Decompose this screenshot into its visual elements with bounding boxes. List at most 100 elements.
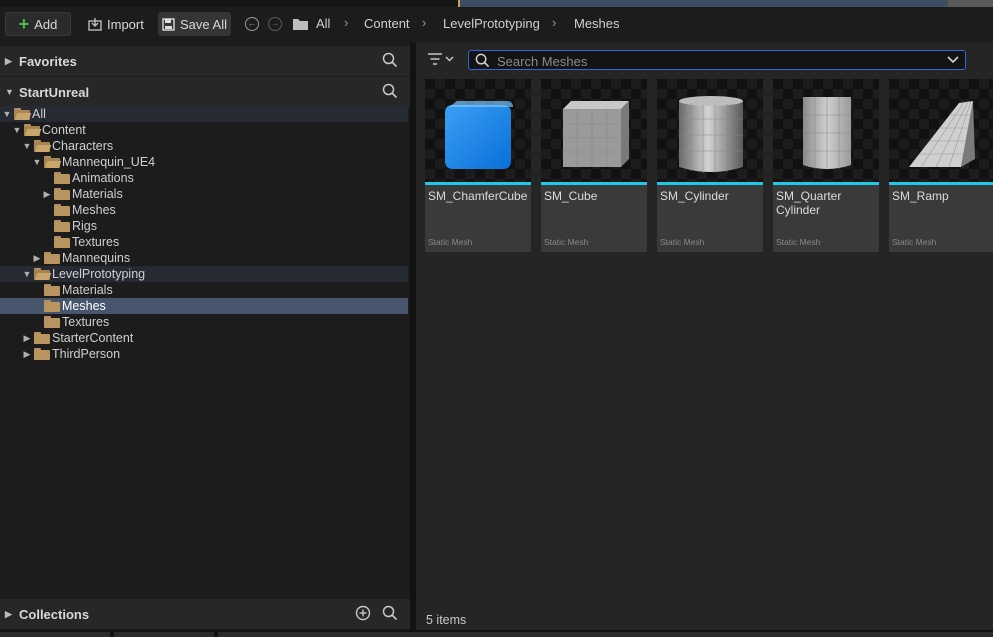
- chevron-down-icon[interactable]: [947, 56, 959, 64]
- tree-item[interactable]: ▶ Mannequins: [0, 250, 408, 266]
- tree-item[interactable]: Animations: [0, 170, 408, 186]
- asset-thumbnail: [889, 79, 993, 182]
- bottom-tab[interactable]: [114, 632, 214, 637]
- collapse-arrow-icon[interactable]: ▼: [5, 87, 14, 97]
- breadcrumb-item[interactable]: Content: [364, 16, 410, 31]
- folder-browse-icon[interactable]: [292, 17, 309, 31]
- folder-icon: [54, 220, 70, 232]
- asset-type-color-bar: [425, 182, 531, 185]
- tree-item-label: Textures: [72, 235, 120, 249]
- expand-arrow-icon[interactable]: ▶: [5, 56, 12, 67]
- folder-open-icon: [44, 156, 62, 168]
- expand-arrow-icon[interactable]: ▶: [32, 253, 42, 264]
- tree-item[interactable]: ▶ ThirdPerson: [0, 346, 408, 362]
- asset-name: SM_Cylinder: [660, 189, 729, 203]
- active-tab-strip: [460, 0, 948, 7]
- collections-section-header[interactable]: ▶ Collections: [0, 599, 410, 629]
- add-button[interactable]: + Add: [5, 12, 71, 36]
- folder-open-icon: [24, 124, 42, 136]
- tree-item-label: Mannequin_UE4: [62, 155, 156, 169]
- favorites-section-header[interactable]: ▶ Favorites: [0, 46, 410, 76]
- top-tab-strip: [0, 0, 993, 7]
- asset-tile[interactable]: SM_ChamferCube Static Mesh: [425, 79, 531, 252]
- tree-item[interactable]: ▼ All: [0, 106, 408, 122]
- tree-item[interactable]: Materials: [0, 282, 408, 298]
- save-all-button-label: Save All: [180, 16, 227, 32]
- add-button-label: Add: [34, 16, 58, 32]
- collapse-arrow-icon[interactable]: ▼: [32, 157, 42, 167]
- bottom-tab[interactable]: [0, 632, 110, 637]
- tree-item[interactable]: ▼ Mannequin_UE4: [0, 154, 408, 170]
- tab-strip-right: [948, 0, 993, 7]
- tree-item-label: ThirdPerson: [52, 347, 121, 361]
- sources-panel: ▶ Favorites ▼ StartUnreal ▼ All ▼ Content ▼ C…: [0, 42, 410, 630]
- import-button-label: Import: [107, 16, 144, 32]
- folder-open-icon: [34, 140, 52, 152]
- bottom-tab[interactable]: [218, 632, 993, 637]
- search-icon: [475, 53, 490, 68]
- folder-open-icon: [34, 268, 52, 280]
- tree-item[interactable]: ▼ Content: [0, 122, 408, 138]
- bottom-tab-strip: [0, 630, 993, 637]
- search-icon[interactable]: [382, 52, 398, 68]
- tree-item-label: Materials: [72, 187, 123, 201]
- tree-item-label: Materials: [62, 283, 113, 297]
- breadcrumb-item[interactable]: Meshes: [574, 16, 620, 31]
- search-icon[interactable]: [382, 83, 398, 99]
- expand-arrow-icon[interactable]: ▶: [22, 349, 32, 360]
- breadcrumb-chevron-icon[interactable]: ›: [552, 15, 556, 30]
- tree-item[interactable]: ▶ StarterContent: [0, 330, 408, 346]
- asset-tile[interactable]: SM_Ramp Static Mesh: [889, 79, 993, 252]
- asset-tile[interactable]: SM_Cube Static Mesh: [541, 79, 647, 252]
- tree-item[interactable]: Textures: [0, 314, 408, 330]
- filter-button[interactable]: [427, 52, 455, 69]
- asset-type: Static Mesh: [544, 237, 589, 247]
- breadcrumb-chevron-icon[interactable]: ›: [422, 15, 426, 30]
- tree-item[interactable]: Meshes: [0, 298, 408, 314]
- import-button[interactable]: Import: [85, 12, 147, 36]
- asset-thumbnail: [541, 79, 647, 182]
- breadcrumb-chevron-icon[interactable]: ›: [344, 15, 348, 30]
- add-collection-icon[interactable]: [355, 605, 371, 621]
- asset-type: Static Mesh: [428, 237, 473, 247]
- back-arrow-icon[interactable]: ←: [245, 17, 259, 31]
- breadcrumb-item[interactable]: All: [316, 16, 330, 31]
- save-all-button[interactable]: Save All: [158, 12, 231, 36]
- tree-item-label: Content: [42, 123, 86, 137]
- breadcrumb-item[interactable]: LevelPrototyping: [443, 16, 540, 31]
- tree-item-label: Textures: [62, 315, 110, 329]
- tree-item[interactable]: Rigs: [0, 218, 408, 234]
- folder-icon: [54, 172, 70, 184]
- asset-type-color-bar: [889, 182, 993, 185]
- asset-type: Static Mesh: [892, 237, 937, 247]
- expand-arrow-icon[interactable]: ▶: [22, 333, 32, 344]
- tree-item[interactable]: ▼ Characters: [0, 138, 408, 154]
- asset-tile[interactable]: SM_Quarter Cylinder Static Mesh: [773, 79, 879, 252]
- collapse-arrow-icon[interactable]: ▼: [22, 141, 32, 151]
- favorites-label: Favorites: [19, 54, 77, 69]
- forward-arrow-icon[interactable]: →: [268, 17, 282, 31]
- collapse-arrow-icon[interactable]: ▼: [22, 269, 32, 279]
- tree-item[interactable]: Meshes: [0, 202, 408, 218]
- expand-arrow-icon[interactable]: ▶: [42, 189, 52, 200]
- asset-tile[interactable]: SM_Cylinder Static Mesh: [657, 79, 763, 252]
- folder-icon: [54, 204, 70, 216]
- project-label: StartUnreal: [19, 85, 90, 100]
- project-section-header[interactable]: ▼ StartUnreal: [0, 77, 410, 107]
- folder-icon: [34, 332, 50, 344]
- search-icon[interactable]: [382, 605, 398, 621]
- tree-item-label: LevelPrototyping: [52, 267, 146, 281]
- search-input[interactable]: [495, 52, 939, 70]
- tree-item[interactable]: ▶ Materials: [0, 186, 408, 202]
- tree-item[interactable]: ▼ LevelPrototyping: [0, 266, 408, 282]
- search-box[interactable]: [468, 50, 966, 70]
- collapse-arrow-icon[interactable]: ▼: [12, 125, 22, 135]
- asset-name: SM_Quarter Cylinder: [776, 189, 842, 217]
- tree-item[interactable]: Textures: [0, 234, 408, 250]
- asset-thumbnail: [425, 79, 531, 182]
- folder-icon: [44, 300, 60, 312]
- filter-icon: [428, 53, 454, 65]
- expand-arrow-icon[interactable]: ▶: [5, 609, 12, 620]
- collapse-arrow-icon[interactable]: ▼: [2, 109, 12, 119]
- asset-view-panel: SM_ChamferCube Static Mesh SM_Cube Static M…: [416, 42, 993, 632]
